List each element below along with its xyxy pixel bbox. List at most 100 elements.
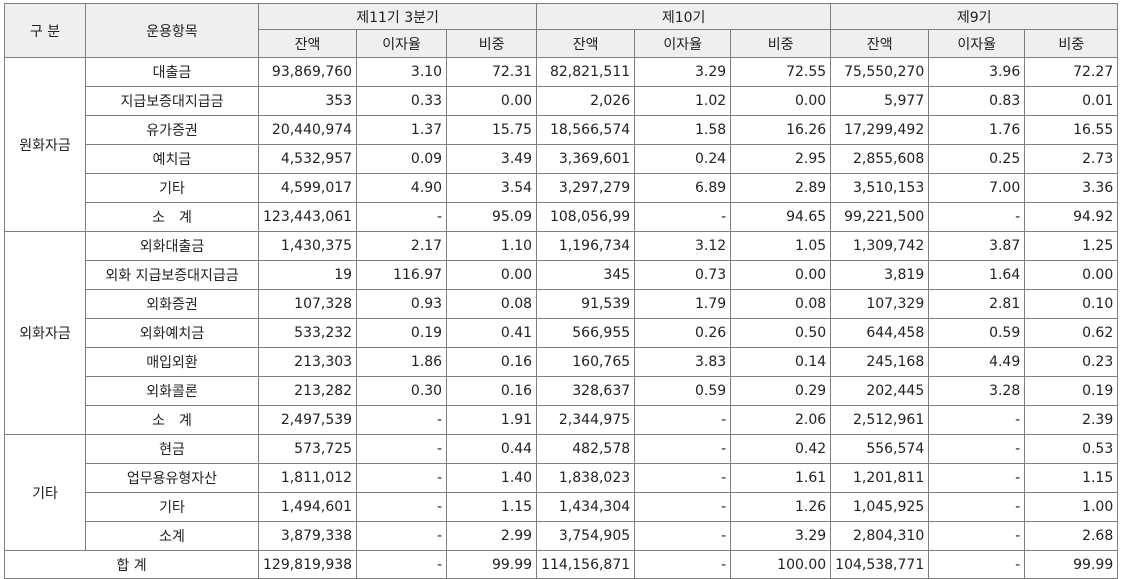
value-cell: 2,804,310 [830, 521, 930, 551]
item-cell: 외화증권 [85, 289, 259, 319]
table-row: 외화 지급보증대지급금 19 116.97 0.00 345 0.73 0.00 3,819 1… [5, 260, 1119, 290]
table-row: 외화콜론 213,282 0.30 0.16 328,637 0.59 0.29 202,44… [5, 376, 1119, 406]
value-cell: 1.00 [1024, 492, 1119, 522]
value-cell: 0.00 [730, 86, 832, 116]
total-value-cell: 100.00 [730, 550, 832, 579]
item-cell: 소 계 [85, 405, 259, 435]
value-cell: 0.08 [730, 289, 832, 319]
value-cell: 213,303 [257, 347, 358, 377]
value-cell: 18,566,574 [536, 115, 636, 145]
value-cell: 533,232 [257, 318, 358, 348]
value-cell: 7.00 [928, 173, 1026, 203]
value-cell: - [356, 492, 448, 522]
table-row: 지급보증대지급금 353 0.33 0.00 2,026 1.02 0.00 5,977 0.8… [5, 86, 1119, 116]
value-cell: 3.36 [1024, 173, 1119, 203]
value-cell: - [356, 202, 448, 232]
value-cell: 0.59 [928, 318, 1026, 348]
total-value-cell: - [634, 550, 732, 579]
item-cell: 업무용유형자산 [85, 463, 259, 493]
header-item: 운용항목 [85, 3, 259, 58]
table-row: 원화자금 대출금 93,869,760 3.10 72.31 82,821,511 3.29… [4, 57, 1119, 232]
value-cell: - [928, 434, 1026, 464]
value-cell: 573,725 [257, 434, 358, 464]
value-cell: 72.27 [1024, 57, 1119, 87]
value-cell: - [634, 463, 732, 493]
value-cell: 1.79 [634, 289, 732, 319]
value-cell: 1.64 [928, 260, 1026, 290]
value-cell: 160,765 [536, 347, 636, 377]
header-weight: 비중 [730, 29, 832, 58]
value-cell: 0.30 [356, 376, 448, 406]
item-cell: 외화예치금 [85, 318, 259, 348]
table-row: 매입외환 213,303 1.86 0.16 160,765 3.83 0.14 245,16… [5, 347, 1119, 377]
value-cell: 2.39 [1024, 405, 1119, 435]
value-cell: 2,855,608 [830, 144, 930, 174]
value-cell: 3,297,279 [536, 173, 636, 203]
item-cell: 유가증권 [85, 115, 259, 145]
value-cell: 0.50 [730, 318, 832, 348]
value-cell: 3.12 [634, 231, 732, 261]
item-cell: 외화대출금 [85, 231, 259, 261]
value-cell: 0.53 [1024, 434, 1119, 464]
header-category: 구 분 [4, 3, 86, 58]
value-cell: 3.28 [928, 376, 1026, 406]
value-cell: 1.37 [356, 115, 448, 145]
value-cell: 123,443,061 [257, 202, 358, 232]
value-cell: 1,494,601 [257, 492, 358, 522]
table-row: 소계 3,879,338-2.99 3,754,905-3.29 2,804,310-… [5, 521, 1119, 551]
value-cell: 19 [257, 260, 358, 290]
value-cell: - [356, 463, 448, 493]
table-row: 외화증권 107,328 0.93 0.08 91,539 1.79 0.08 107,329… [5, 289, 1119, 319]
value-cell: 0.26 [634, 318, 732, 348]
item-cell: 현금 [85, 434, 259, 464]
value-cell: 0.83 [928, 86, 1026, 116]
value-cell: 99,221,500 [830, 202, 930, 232]
value-cell: 0.19 [1024, 376, 1119, 406]
value-cell: 4,532,957 [257, 144, 358, 174]
value-cell: 1.26 [730, 492, 832, 522]
total-row: 합 계 129,819,938-99.99 114,156,871-100.00 10… [4, 550, 1119, 579]
value-cell: 1.05 [730, 231, 832, 261]
value-cell: 2.06 [730, 405, 832, 435]
value-cell: - [356, 405, 448, 435]
value-cell: 3.49 [446, 144, 538, 174]
value-cell: 3.10 [356, 57, 448, 87]
table-row: 예치금 4,532,957 0.09 3.49 3,369,601 0.24 2.95 2,8… [5, 144, 1119, 174]
value-cell: 3,754,905 [536, 521, 636, 551]
value-cell: 2,344,975 [536, 405, 636, 435]
value-cell: - [928, 521, 1026, 551]
value-cell: 0.29 [730, 376, 832, 406]
value-cell: 1.15 [446, 492, 538, 522]
header-interest-rate: 이자율 [356, 29, 448, 58]
total-value-cell: 114,156,871 [536, 550, 636, 579]
value-cell: 245,168 [830, 347, 930, 377]
value-cell: 2.99 [446, 521, 538, 551]
value-cell: 93,869,760 [257, 57, 358, 87]
value-cell: 0.33 [356, 86, 448, 116]
item-cell: 외화 지급보증대지급금 [85, 260, 259, 290]
item-cell: 지급보증대지급금 [85, 86, 259, 116]
value-cell: - [928, 492, 1026, 522]
header-period-10: 제10기 [536, 3, 832, 30]
value-cell: 2,512,961 [830, 405, 930, 435]
value-cell: 94.92 [1024, 202, 1119, 232]
value-cell: 4,599,017 [257, 173, 358, 203]
category-cell: 원화자금 [4, 57, 86, 232]
value-cell: 3.54 [446, 173, 538, 203]
value-cell: 1,434,304 [536, 492, 636, 522]
table-row: 업무용유형자산 1,811,012-1.40 1,838,023-1.61 1,201… [5, 463, 1119, 493]
value-cell: 1.86 [356, 347, 448, 377]
item-cell: 기타 [85, 173, 259, 203]
value-cell: 644,458 [830, 318, 930, 348]
value-cell: 15.75 [446, 115, 538, 145]
value-cell: 1.58 [634, 115, 732, 145]
value-cell: - [928, 463, 1026, 493]
table-row: 소 계 123,443,061-95.09 108,056,99-94.65 99,2… [5, 202, 1119, 232]
value-cell: 107,328 [257, 289, 358, 319]
value-cell: - [928, 405, 1026, 435]
value-cell: 3,819 [830, 260, 930, 290]
header-period-9: 제9기 [830, 3, 1119, 30]
value-cell: - [356, 434, 448, 464]
value-cell: 2.73 [1024, 144, 1119, 174]
value-cell: 94.65 [730, 202, 832, 232]
